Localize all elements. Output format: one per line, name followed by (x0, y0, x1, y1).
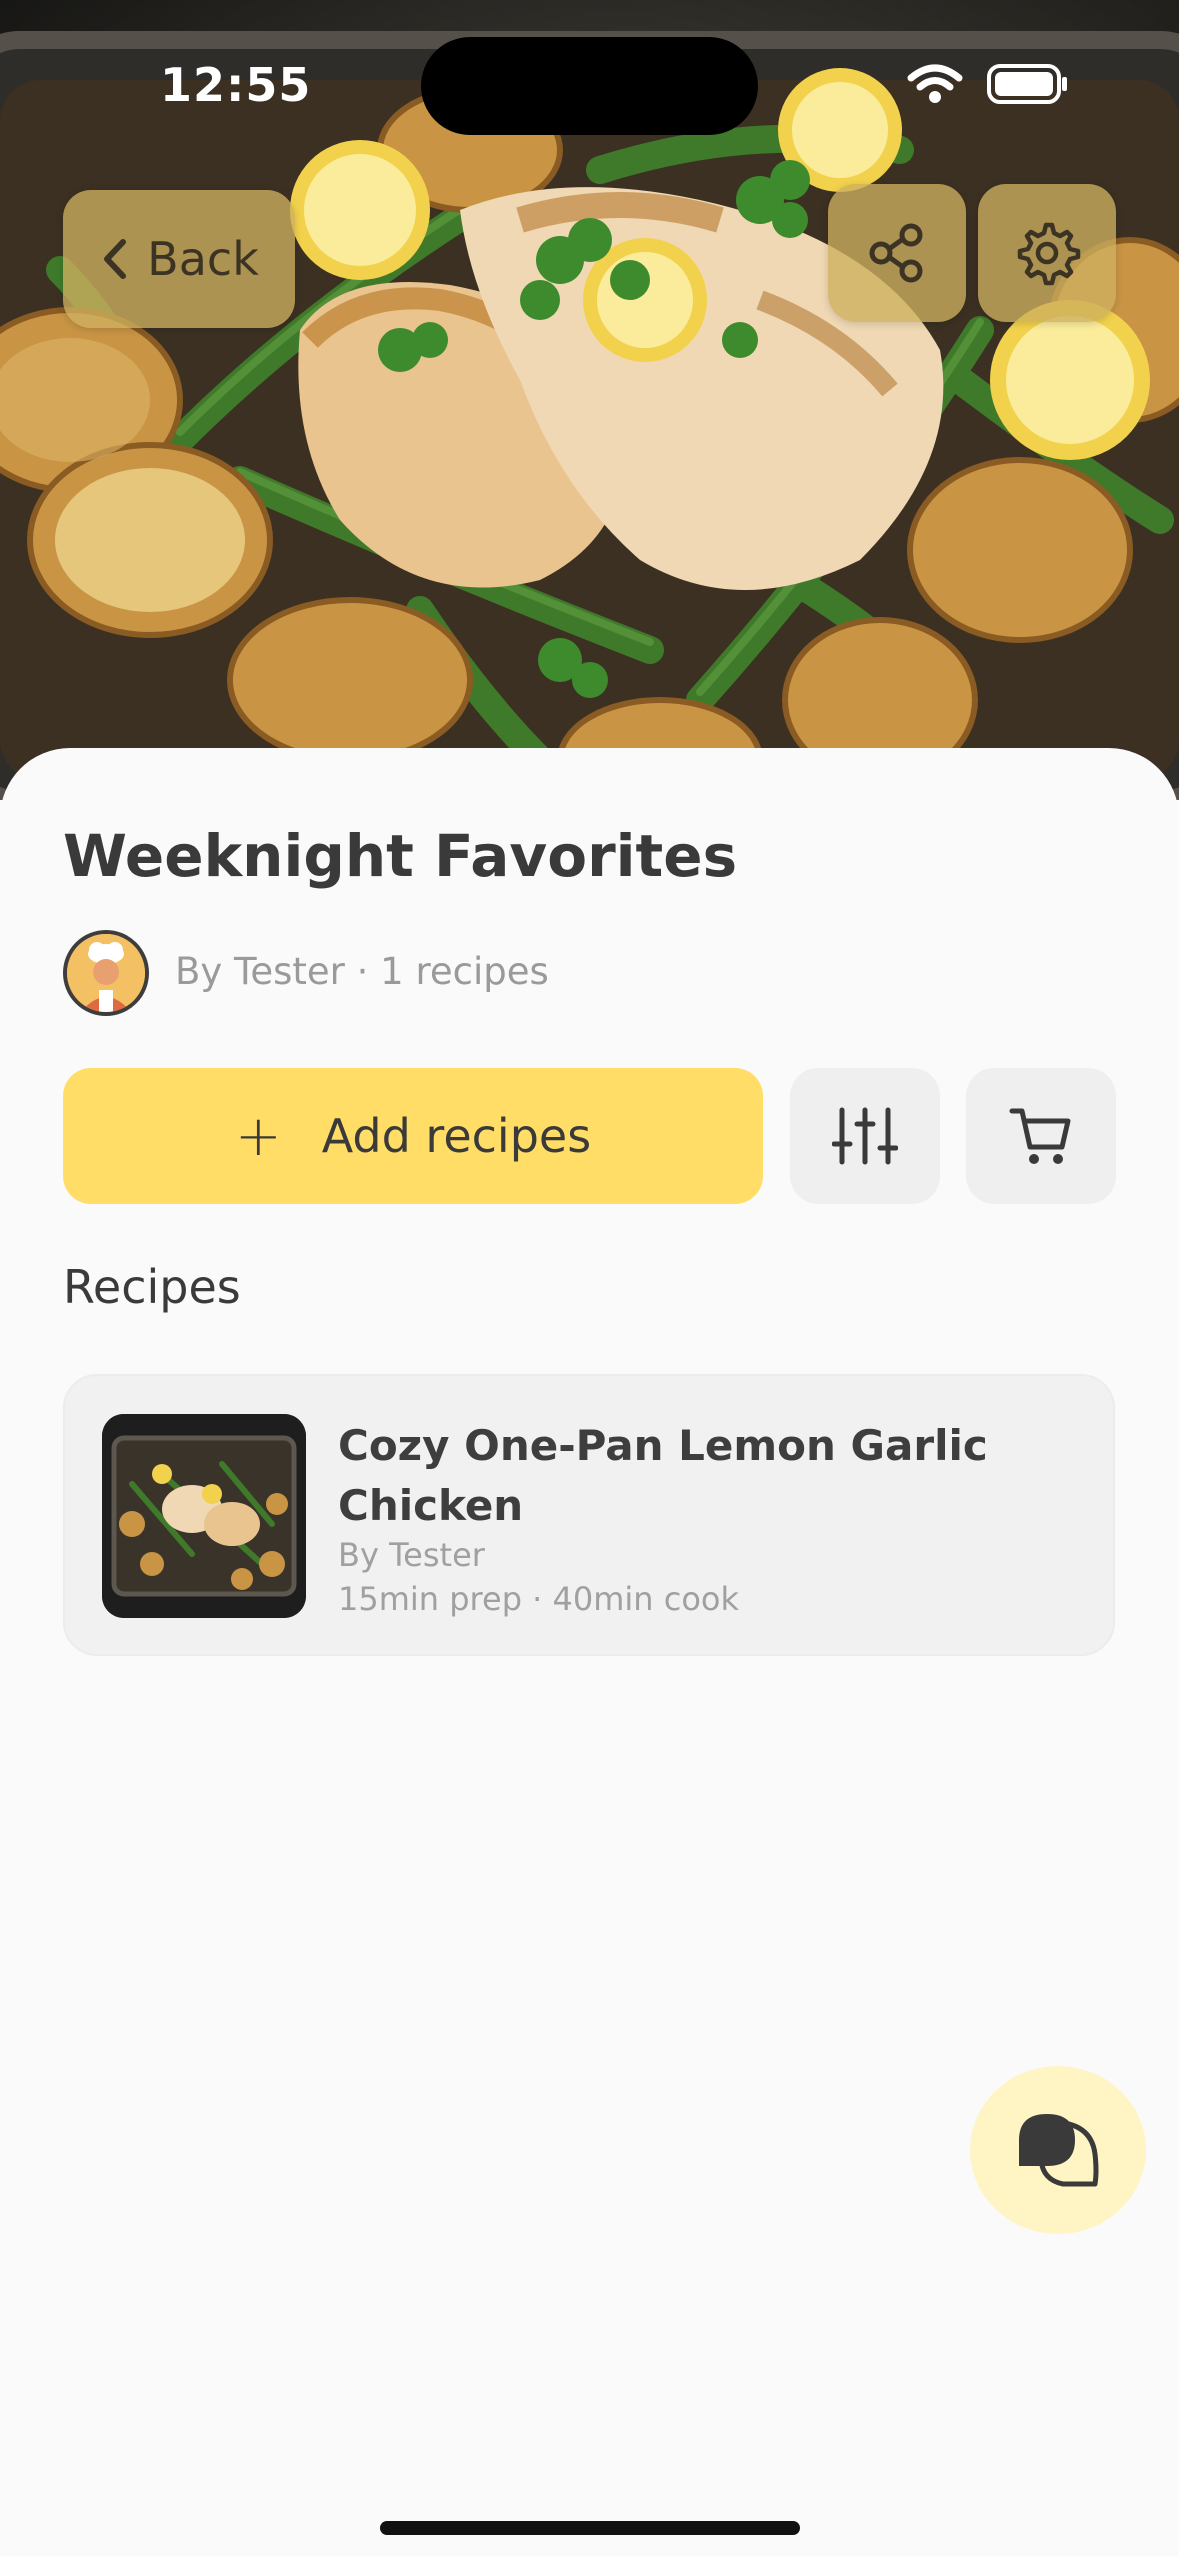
chevron-left-icon (104, 239, 127, 279)
status-time: 12:55 (160, 58, 312, 112)
collection-title: Weeknight Favorites (63, 822, 738, 890)
filter-button[interactable] (790, 1068, 940, 1204)
recipe-author: By Tester (338, 1536, 485, 1574)
chat-bubbles-icon (1019, 2114, 1099, 2187)
recipe-title: Cozy One-Pan Lemon Garlic Chicken (338, 1421, 988, 1530)
cart-icon (1009, 1108, 1071, 1164)
sliders-icon (832, 1107, 898, 1165)
dynamic-island (421, 37, 758, 135)
recipe-card[interactable]: Cozy One-Pan Lemon Garlic Chicken By Tes… (63, 1374, 1115, 1656)
add-recipes-label: Add recipes (321, 1109, 592, 1163)
gear-icon (1017, 222, 1081, 286)
add-recipes-button[interactable]: + Add recipes (63, 1068, 763, 1204)
recipe-thumbnail-image (102, 1414, 306, 1618)
collection-byline: By Tester · 1 recipes (175, 950, 549, 993)
battery-icon (987, 64, 1067, 104)
avatar (63, 930, 149, 1016)
recipe-meta: 15min prep · 40min cook (338, 1580, 740, 1618)
share-button[interactable] (828, 184, 966, 322)
share-icon (869, 223, 923, 283)
back-button[interactable]: Back (63, 190, 295, 328)
chef-avatar-icon (67, 934, 145, 1012)
cart-button[interactable] (966, 1068, 1116, 1204)
chat-button[interactable] (970, 2066, 1146, 2234)
status-icons (907, 64, 1069, 104)
home-indicator (380, 2521, 800, 2535)
settings-button[interactable] (978, 184, 1116, 322)
wifi-icon (907, 64, 963, 103)
recipe-thumbnail (102, 1414, 306, 1618)
recipes-section-title: Recipes (63, 1260, 241, 1314)
back-label: Back (147, 232, 259, 286)
plus-icon: + (234, 1103, 282, 1169)
